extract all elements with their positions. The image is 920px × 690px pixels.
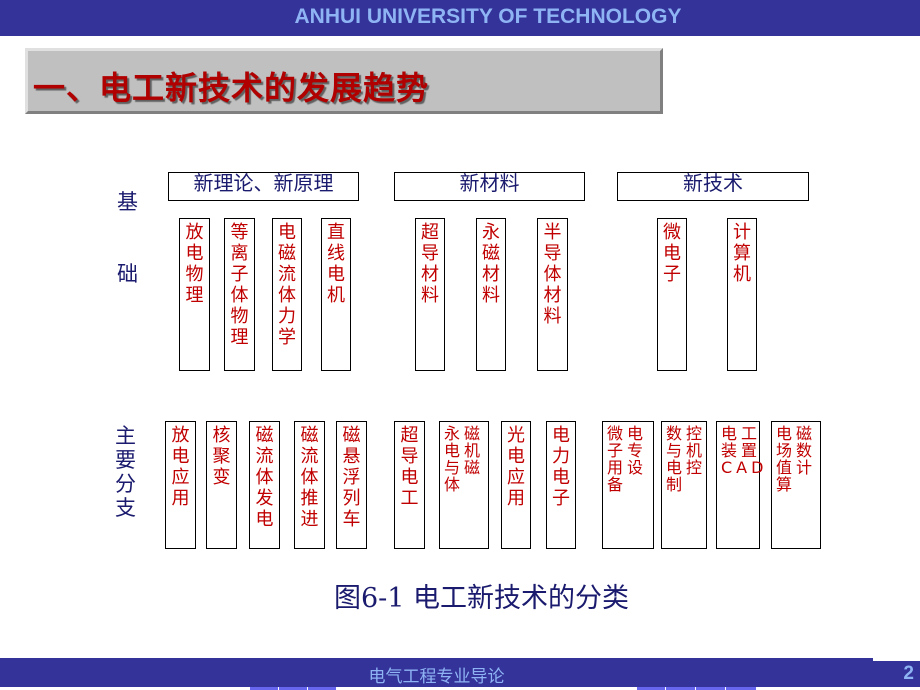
basis-item-box: 电 磁 流 体 力 学	[272, 218, 302, 371]
branches-label: 主 要 分 支	[115, 424, 136, 520]
branch-item-text: 超 导 电 工	[400, 425, 419, 509]
basis-item-text: 直 线 电 机	[327, 222, 345, 306]
category-label: 新理论、新原理	[193, 171, 334, 195]
basis-item-text: 计 算 机	[733, 222, 751, 285]
branch-item-box: 核 聚 变	[206, 421, 237, 549]
branch-item-box: 磁 流 体 推 进	[294, 421, 325, 549]
branch-item-text: 磁 悬 浮 列 车	[342, 425, 361, 530]
slide-title: 一、电工新技术的发展趋势	[33, 69, 430, 107]
branch-item-box: 微电 子专 用设 备	[602, 421, 654, 549]
branch-item-box: 超 导 电 工	[394, 421, 425, 549]
footer-bar: 电气工程专业导论	[0, 658, 873, 687]
basis-item-text: 放 电 物 理	[185, 222, 204, 306]
basis-item-box: 半 导 体 材 料	[537, 218, 568, 371]
slide-title-box: 一、电工新技术的发展趋势	[25, 48, 663, 114]
branch-item-text: 电磁 场数 值计 算	[776, 424, 817, 494]
page-number-box: 2	[873, 661, 920, 687]
branch-item-text: 电 力 电 子	[552, 425, 570, 509]
basis-item-text: 电 磁 流 体 力 学	[278, 222, 296, 348]
course-title: 电气工程专业导论	[368, 667, 505, 687]
basis-item-text: 微 电 子	[663, 222, 681, 285]
category-label: 新技术	[683, 171, 743, 195]
branch-item-text: 电工 装置 CAD	[721, 424, 768, 477]
basis-item-text: 等 离 子 体 物 理	[230, 222, 249, 348]
branch-item-text: 核 聚 变	[212, 425, 231, 488]
category-box-technology: 新技术	[617, 172, 809, 201]
branch-item-box: 磁 悬 浮 列 车	[336, 421, 367, 549]
basis-item-box: 放 电 物 理	[179, 218, 210, 371]
basis-item-box: 等 离 子 体 物 理	[224, 218, 255, 371]
basis-item-text: 超 导 材 料	[421, 222, 439, 306]
basis-item-text: 半 导 体 材 料	[543, 222, 562, 327]
page-number: 2	[903, 663, 914, 684]
basis-label-2: 础	[117, 262, 138, 286]
category-box-theory: 新理论、新原理	[168, 172, 359, 201]
category-label: 新材料	[459, 171, 520, 195]
institution-name: ANHUI UNIVERSITY OF TECHNOLOGY	[294, 5, 682, 28]
basis-label-1: 基	[117, 190, 138, 214]
basis-item-box: 超 导 材 料	[415, 218, 445, 371]
branch-item-text: 磁 流 体 推 进	[300, 425, 319, 530]
category-box-materials: 新材料	[394, 172, 585, 201]
branch-item-box: 磁 流 体 发 电	[249, 421, 280, 549]
branch-item-text: 微电 子专 用设 备	[607, 424, 648, 494]
basis-item-box: 微 电 子	[657, 218, 687, 371]
basis-item-box: 计 算 机	[727, 218, 757, 371]
branch-item-box: 电工 装置 CAD	[716, 421, 768, 549]
branch-item-text: 永磁 电机 与磁 体	[444, 424, 485, 494]
figure-caption: 图6-1 电工新技术的分类	[333, 583, 630, 614]
branch-item-box: 光 电 应 用	[501, 421, 531, 549]
branch-item-text: 放 电 应 用	[171, 425, 190, 509]
branch-item-box: 数控 与机 电控 制	[661, 421, 707, 549]
header-bar: ANHUI UNIVERSITY OF TECHNOLOGY	[0, 0, 920, 36]
branch-item-text: 光 电 应 用	[507, 425, 525, 509]
branch-item-box: 永磁 电机 与磁 体	[439, 421, 489, 549]
basis-item-text: 永 磁 材 料	[482, 222, 500, 306]
branch-item-box: 放 电 应 用	[165, 421, 196, 549]
branch-item-box: 电磁 场数 值计 算	[771, 421, 821, 549]
branch-item-text: 磁 流 体 发 电	[255, 425, 274, 530]
branch-item-box: 电 力 电 子	[546, 421, 576, 549]
basis-item-box: 永 磁 材 料	[476, 218, 506, 371]
branch-item-text: 数控 与机 电控 制	[666, 424, 707, 494]
basis-item-box: 直 线 电 机	[321, 218, 351, 371]
